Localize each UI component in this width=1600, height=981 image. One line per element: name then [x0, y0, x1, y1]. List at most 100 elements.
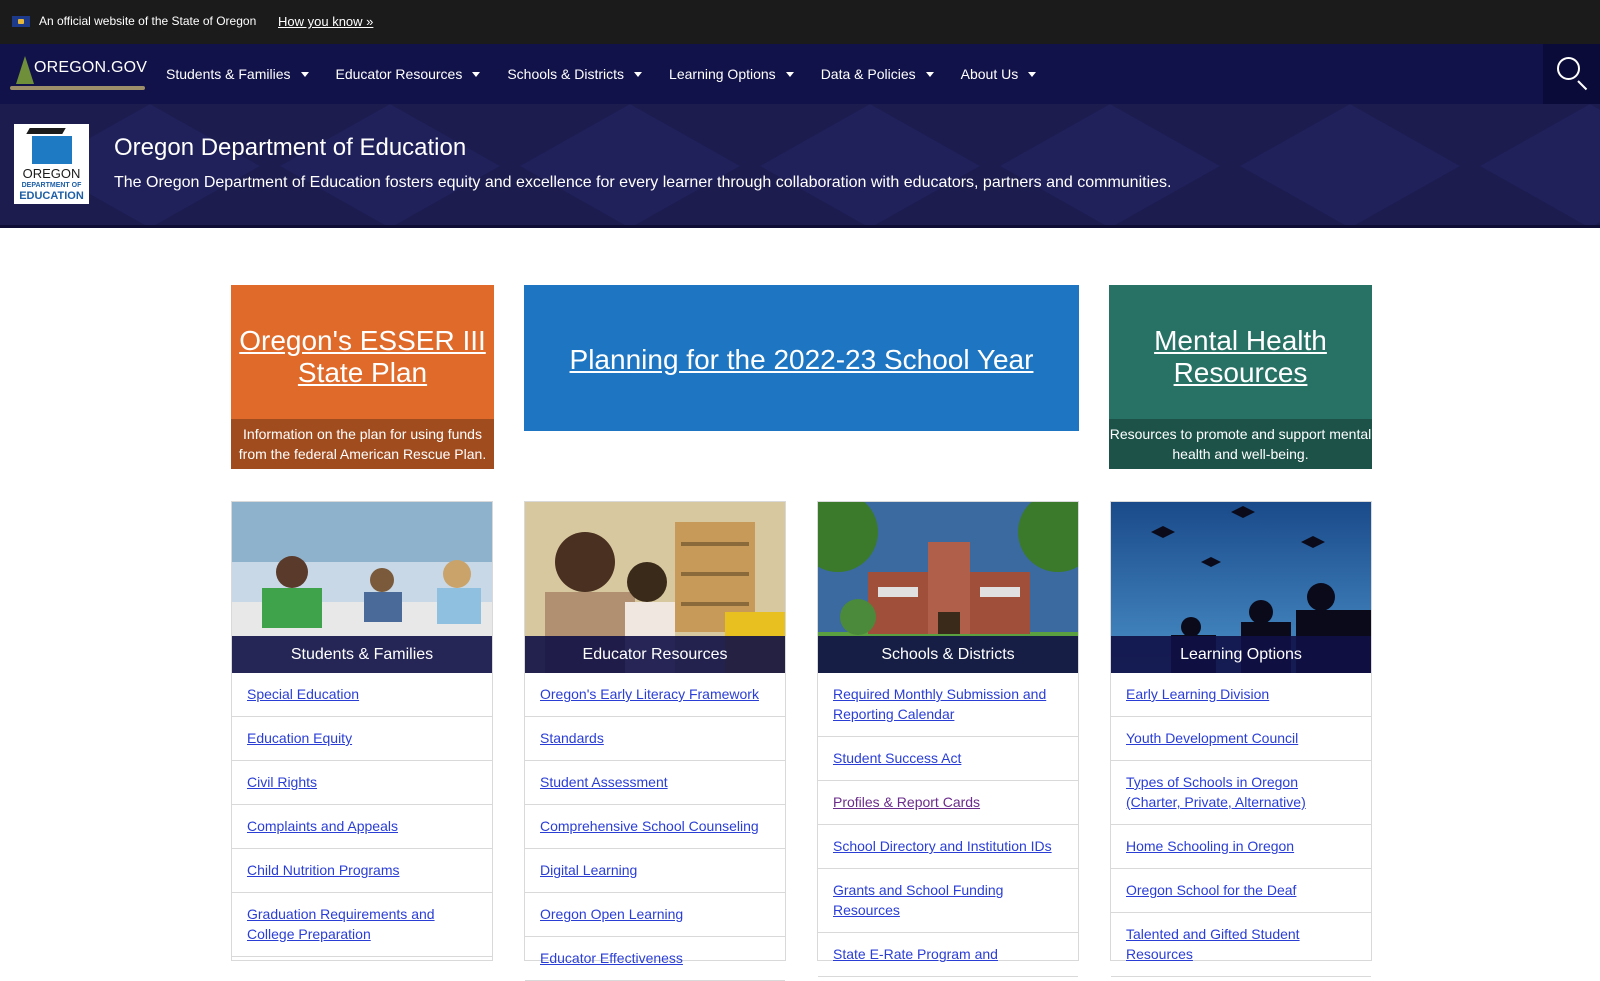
- logo-swoosh: [10, 86, 145, 90]
- card-title: Learning Options: [1111, 636, 1371, 673]
- link-home-schooling[interactable]: Home Schooling in Oregon: [1126, 838, 1294, 854]
- link-civil-rights[interactable]: Civil Rights: [247, 774, 317, 790]
- official-banner: An official website of the State of Oreg…: [0, 0, 1600, 44]
- link-standards[interactable]: Standards: [540, 730, 604, 746]
- nav-educator-resources[interactable]: Educator Resources: [336, 44, 508, 104]
- list-item: Early Learning Division: [1111, 673, 1371, 717]
- card-schools-districts: Schools & Districts Required Monthly Sub…: [817, 501, 1079, 977]
- students-photo[interactable]: Students & Families: [232, 502, 492, 673]
- link-early-literacy[interactable]: Oregon's Early Literacy Framework: [540, 686, 759, 702]
- list-item: Oregon Open Learning: [525, 893, 785, 937]
- nav-menu: Students & Families Educator Resources S…: [166, 44, 1063, 104]
- list-item: Grants and School Funding Resources: [818, 869, 1078, 933]
- list-item: Types of Schools in Oregon (Charter, Pri…: [1111, 761, 1371, 825]
- feature-title-link[interactable]: Planning for the 2022-23 School Year: [524, 344, 1079, 376]
- nav-label: Schools & Districts: [507, 66, 625, 82]
- agency-header: OREGON DEPARTMENT OF EDUCATION Oregon De…: [0, 104, 1600, 228]
- feature-school-year-planning[interactable]: Planning for the 2022-23 School Year: [524, 285, 1079, 431]
- card-educator-resources: Educator Resources Oregon's Early Litera…: [524, 501, 786, 981]
- nav-label: Data & Policies: [820, 66, 916, 82]
- feature-title-link[interactable]: Mental Health Resources: [1109, 325, 1372, 389]
- list-item: Civil Rights: [232, 761, 492, 805]
- link-list: Early Learning Division Youth Developmen…: [1111, 673, 1371, 977]
- list-item: State E-Rate Program and: [818, 933, 1078, 977]
- logo-line-education: EDUCATION: [19, 190, 84, 202]
- feature-description: Resources to promote and support mental …: [1109, 419, 1372, 469]
- feature-esser-plan[interactable]: Oregon's ESSER III State Plan Informatio…: [231, 285, 494, 469]
- link-student-success-act[interactable]: Student Success Act: [833, 750, 961, 766]
- list-item: Talented and Gifted Student Resources: [1111, 913, 1371, 977]
- graduation-cap-icon: [26, 128, 66, 134]
- link-talented-gifted[interactable]: Talented and Gifted Student Resources: [1126, 926, 1300, 962]
- list-item: School Directory and Institution IDs: [818, 825, 1078, 869]
- list-item: Student Assessment: [525, 761, 785, 805]
- search-button[interactable]: [1543, 44, 1600, 104]
- caret-down-icon: [1028, 71, 1037, 77]
- logo-line-department: DEPARTMENT OF: [21, 182, 82, 189]
- link-list: Oregon's Early Literacy Framework Standa…: [525, 673, 785, 981]
- link-school-counseling[interactable]: Comprehensive School Counseling: [540, 818, 759, 834]
- oregon-state-shape: [32, 136, 72, 164]
- list-item: Educator Effectiveness: [525, 937, 785, 981]
- list-item: Oregon School for the Deaf: [1111, 869, 1371, 913]
- ode-logo[interactable]: OREGON DEPARTMENT OF EDUCATION: [14, 124, 89, 204]
- schools-photo[interactable]: Schools & Districts: [818, 502, 1078, 673]
- nav-label: About Us: [960, 66, 1019, 82]
- link-early-learning-division[interactable]: Early Learning Division: [1126, 686, 1269, 702]
- agency-tagline: The Oregon Department of Education foste…: [114, 174, 1172, 191]
- link-special-education[interactable]: Special Education: [247, 686, 359, 702]
- list-item: Youth Development Council: [1111, 717, 1371, 761]
- feature-title-link[interactable]: Oregon's ESSER III State Plan: [231, 325, 494, 389]
- how-you-know-link[interactable]: How you know »: [278, 14, 373, 29]
- link-child-nutrition[interactable]: Child Nutrition Programs: [247, 862, 400, 878]
- link-list: Required Monthly Submission and Reportin…: [818, 673, 1078, 977]
- list-item: Profiles & Report Cards: [818, 781, 1078, 825]
- search-icon: [1557, 57, 1580, 80]
- link-digital-learning[interactable]: Digital Learning: [540, 862, 637, 878]
- header-pattern: [40, 104, 1600, 225]
- nav-schools-districts[interactable]: Schools & Districts: [507, 44, 669, 104]
- link-list: Special Education Education Equity Civil…: [232, 673, 492, 957]
- card-title: Educator Resources: [525, 636, 785, 673]
- link-complaints-appeals[interactable]: Complaints and Appeals: [247, 818, 398, 834]
- link-profiles-report-cards[interactable]: Profiles & Report Cards: [833, 794, 980, 810]
- link-student-assessment[interactable]: Student Assessment: [540, 774, 668, 790]
- feature-mental-health[interactable]: Mental Health Resources Resources to pro…: [1109, 285, 1372, 469]
- link-e-rate-program[interactable]: State E-Rate Program and: [833, 946, 998, 962]
- learning-photo[interactable]: Learning Options: [1111, 502, 1371, 673]
- caret-down-icon: [925, 71, 934, 77]
- list-item: Home Schooling in Oregon: [1111, 825, 1371, 869]
- link-open-learning[interactable]: Oregon Open Learning: [540, 906, 683, 922]
- link-types-of-schools[interactable]: Types of Schools in Oregon (Charter, Pri…: [1126, 774, 1306, 810]
- list-item: Digital Learning: [525, 849, 785, 893]
- link-monthly-submission[interactable]: Required Monthly Submission and Reportin…: [833, 686, 1046, 722]
- link-grants-funding[interactable]: Grants and School Funding Resources: [833, 882, 1003, 918]
- page-title: Oregon Department of Education: [114, 134, 467, 161]
- card-students-families: Students & Families Special Education Ed…: [231, 501, 493, 961]
- nav-label: Students & Families: [166, 66, 291, 82]
- main-navigation: OREGON.GOV Students & Families Educator …: [0, 44, 1600, 104]
- educators-photo[interactable]: Educator Resources: [525, 502, 785, 673]
- link-school-for-deaf[interactable]: Oregon School for the Deaf: [1126, 882, 1296, 898]
- link-educator-effectiveness[interactable]: Educator Effectiveness: [540, 950, 683, 966]
- list-item: Child Nutrition Programs: [232, 849, 492, 893]
- link-education-equity[interactable]: Education Equity: [247, 730, 352, 746]
- nav-data-policies[interactable]: Data & Policies: [821, 44, 961, 104]
- oregon-gov-logo[interactable]: OREGON.GOV: [10, 54, 147, 94]
- oregon-flag-icon: [12, 16, 30, 27]
- nav-label: Learning Options: [669, 66, 776, 82]
- nav-about-us[interactable]: About Us: [961, 44, 1064, 104]
- link-youth-development[interactable]: Youth Development Council: [1126, 730, 1298, 746]
- list-item: Standards: [525, 717, 785, 761]
- search-icon-handle: [1577, 80, 1588, 91]
- link-graduation-requirements[interactable]: Graduation Requirements and College Prep…: [247, 906, 435, 942]
- card-title: Schools & Districts: [818, 636, 1078, 673]
- nav-students-families[interactable]: Students & Families: [166, 44, 336, 104]
- caret-down-icon: [300, 71, 309, 77]
- list-item: Required Monthly Submission and Reportin…: [818, 673, 1078, 737]
- list-item: Complaints and Appeals: [232, 805, 492, 849]
- feature-description: Information on the plan for using funds …: [231, 419, 494, 469]
- nav-learning-options[interactable]: Learning Options: [669, 44, 821, 104]
- link-school-directory[interactable]: School Directory and Institution IDs: [833, 838, 1052, 854]
- list-item: Student Success Act: [818, 737, 1078, 781]
